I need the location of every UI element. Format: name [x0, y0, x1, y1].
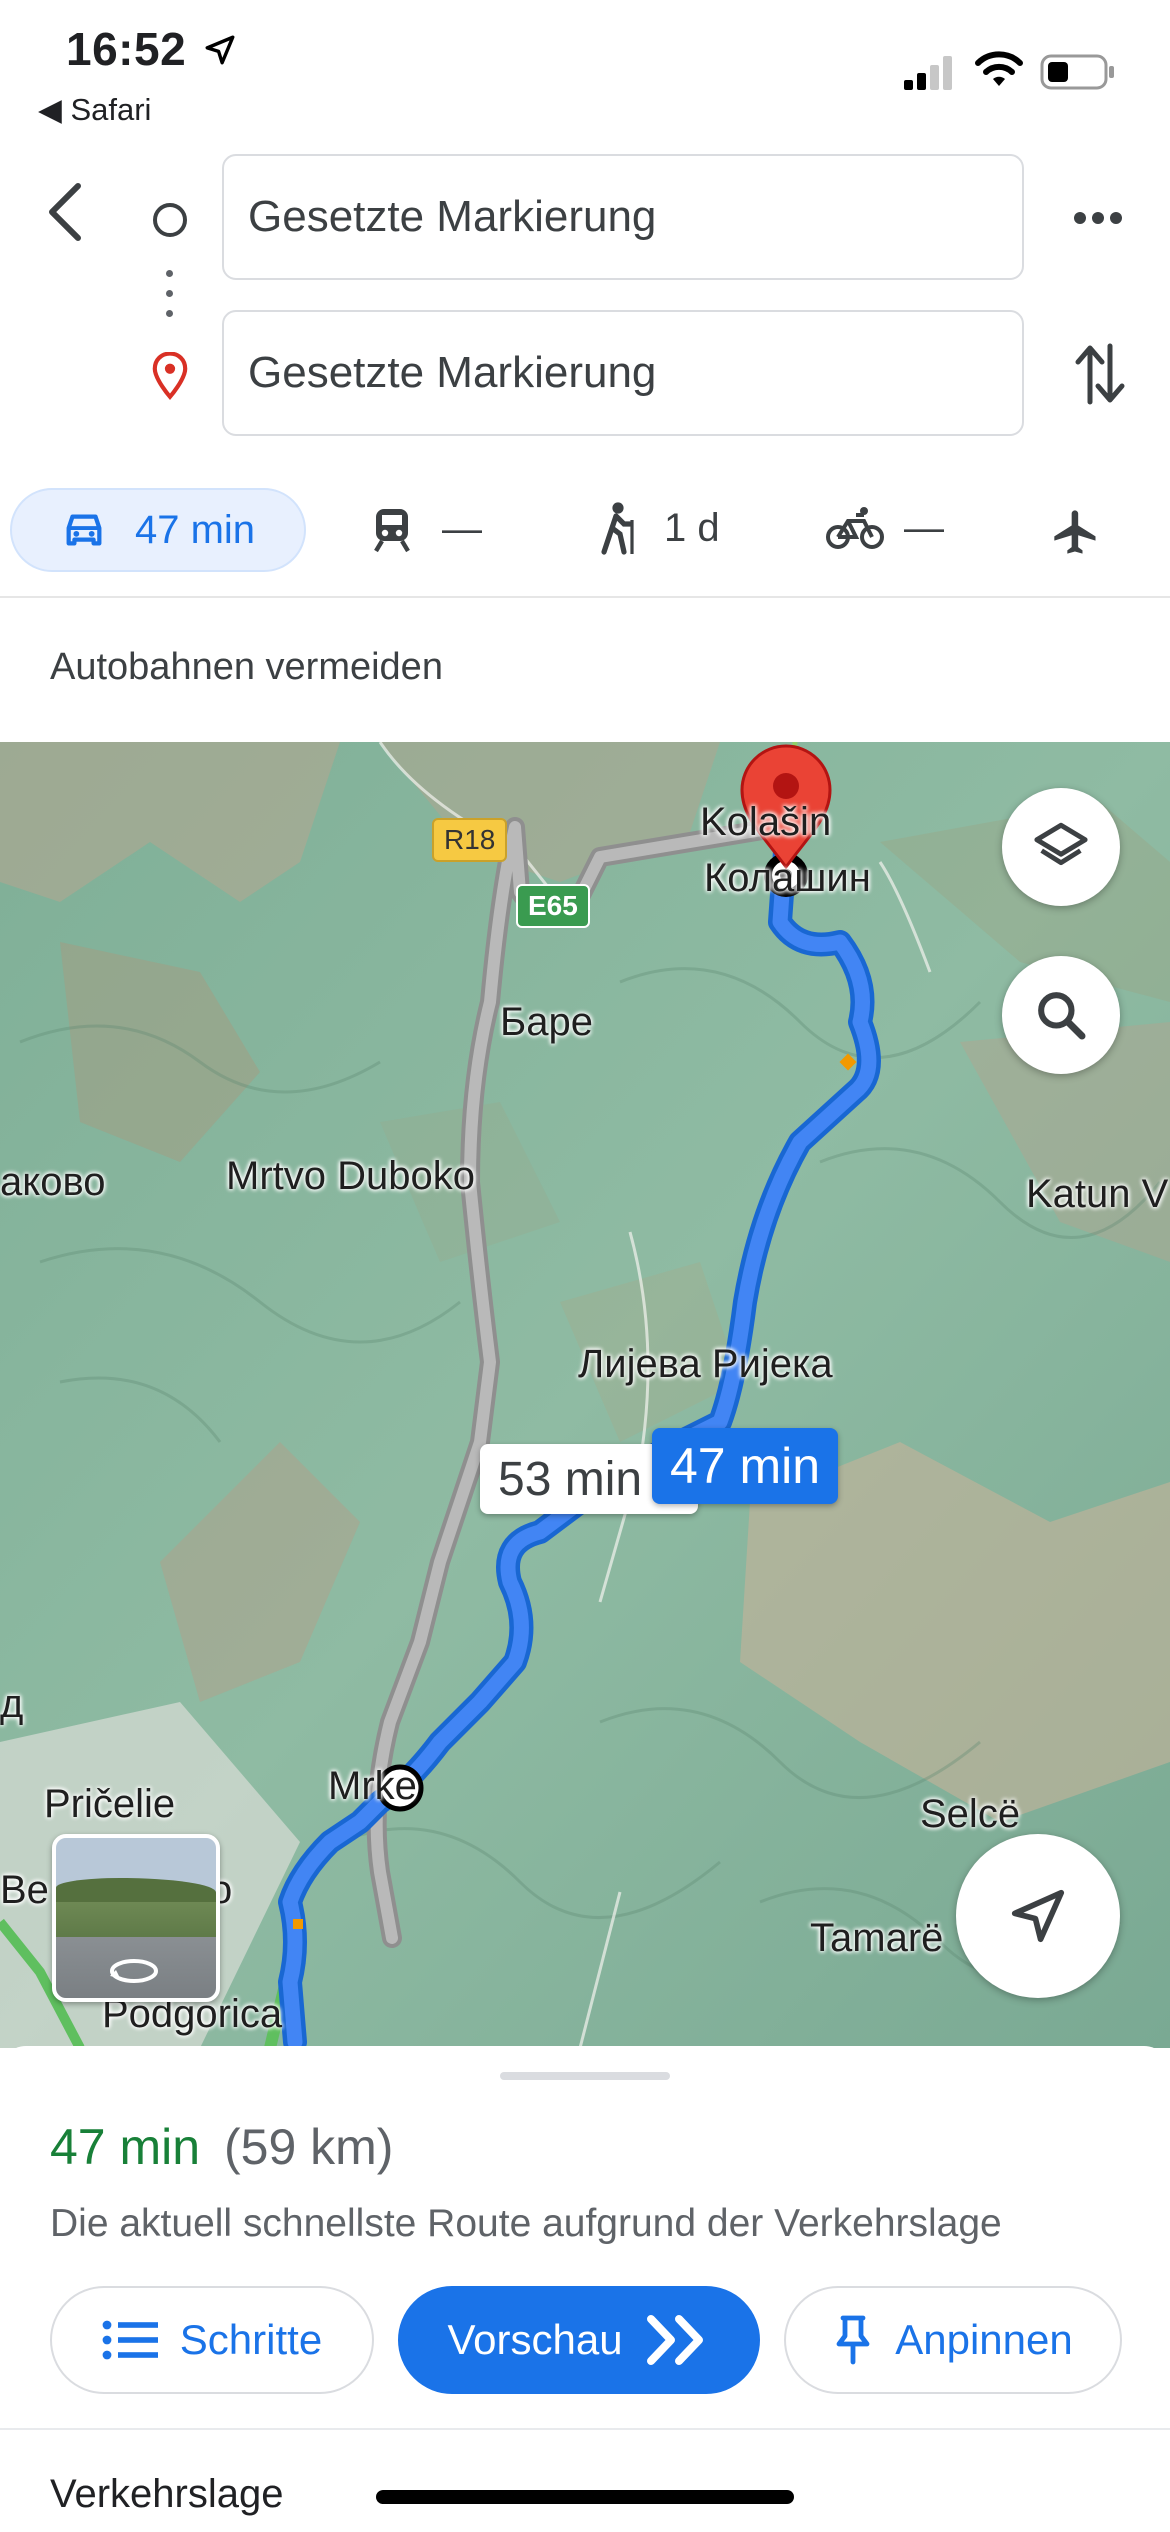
list-icon	[102, 2320, 158, 2360]
map-label-mrke: Mrke	[328, 1764, 417, 1808]
route-summary: 47 min (59 km)	[50, 2118, 393, 2176]
back-arrow-icon[interactable]	[44, 180, 88, 244]
bicycle-icon	[826, 507, 884, 549]
route-bottom-sheet[interactable]: 47 min (59 km) Die aktuell schnellste Ro…	[0, 2046, 1170, 2532]
pin-label: Anpinnen	[895, 2316, 1073, 2363]
airplane-icon[interactable]	[1050, 506, 1102, 558]
route-duration: 47 min	[50, 2119, 201, 2175]
sheet-drag-handle[interactable]	[500, 2072, 670, 2080]
steps-label: Schritte	[179, 2316, 323, 2363]
origin-field[interactable]: Gesetzte Markierung	[222, 154, 1024, 280]
main-route-time-label[interactable]: 47 min	[652, 1428, 839, 1504]
map-label-akovo: аково	[0, 1160, 106, 1204]
pushpin-icon	[836, 2315, 870, 2365]
layers-icon	[1034, 822, 1088, 866]
route-option-label[interactable]: Autobahnen vermeiden	[50, 646, 443, 689]
road-shield-r18: R18	[432, 818, 508, 862]
modes-divider	[0, 596, 1170, 598]
status-time: 16:52	[66, 22, 237, 76]
mode-walk-tab[interactable]: 1 d	[596, 500, 720, 556]
map-label-d: д	[0, 1682, 24, 1726]
battery-icon	[1040, 54, 1114, 90]
map-label-mrtvo-duboko: Mrtvo Duboko	[226, 1154, 475, 1198]
preview-label: Vorschau	[447, 2316, 623, 2363]
route-distance: (59 km)	[223, 2119, 394, 2175]
map-label-katun: Katun V	[1026, 1172, 1169, 1216]
walk-duration: 1 d	[664, 505, 720, 550]
map-label-selce: Selcë	[920, 1792, 1021, 1836]
transit-duration: —	[442, 506, 482, 551]
destination-field[interactable]: Gesetzte Markierung	[222, 310, 1024, 436]
back-app-label: Safari	[70, 92, 152, 127]
rotate-360-icon	[110, 1959, 158, 1983]
hiking-icon	[601, 502, 634, 555]
map-label-be: Be	[0, 1868, 49, 1912]
preview-button[interactable]: Vorschau	[398, 2286, 760, 2394]
origin-circle-icon	[153, 203, 187, 237]
car-duration: 47 min	[134, 507, 256, 552]
map-label-pricelie: Pričelie	[44, 1782, 176, 1826]
mode-bike-tab[interactable]: —	[826, 505, 944, 551]
location-arrow-icon	[205, 35, 235, 65]
road-shield-e65: E65	[516, 884, 590, 928]
map-label-lijeva-rijeka: Лијева Ријека	[578, 1342, 833, 1386]
home-indicator	[376, 2490, 794, 2504]
navigation-arrow-icon	[1011, 1889, 1065, 1943]
map-label-tamare: Tamarë	[810, 1916, 944, 1960]
wifi-icon	[975, 51, 1023, 86]
map-label-kolasin: Kolašin	[700, 800, 832, 844]
route-dots	[166, 270, 174, 317]
pin-button[interactable]: Anpinnen	[784, 2286, 1122, 2394]
cellular-signal-icon	[904, 56, 952, 90]
back-to-safari[interactable]: ◀ Safari	[38, 92, 151, 128]
mode-transit-tab[interactable]: —	[370, 505, 482, 553]
swap-directions-icon[interactable]	[1074, 342, 1126, 406]
search-map-button[interactable]	[1002, 956, 1120, 1074]
search-icon	[1038, 992, 1086, 1040]
street-view-thumbnail[interactable]	[52, 1834, 220, 2002]
destination-pin-icon	[152, 352, 188, 400]
bike-duration: —	[904, 505, 944, 550]
map-view[interactable]: Kolašin Колашин Баре Mrtvo Duboko аково …	[0, 742, 1170, 2048]
map-label-bare: Баре	[500, 1000, 593, 1044]
my-location-button[interactable]	[956, 1834, 1120, 1998]
double-chevron-icon	[646, 2315, 703, 2365]
traffic-heading: Verkehrslage	[50, 2472, 284, 2516]
more-options-icon[interactable]	[1072, 208, 1124, 228]
train-icon	[374, 509, 410, 553]
steps-button[interactable]: Schritte	[50, 2286, 374, 2394]
layers-button[interactable]	[1002, 788, 1120, 906]
car-icon	[66, 514, 102, 546]
map-label-kolasin-cyr: Колашин	[704, 856, 871, 900]
mode-car-tab[interactable]: 47 min	[10, 488, 306, 572]
sheet-divider	[0, 2428, 1170, 2430]
route-description: Die aktuell schnellste Route aufgrund de…	[50, 2202, 1002, 2245]
